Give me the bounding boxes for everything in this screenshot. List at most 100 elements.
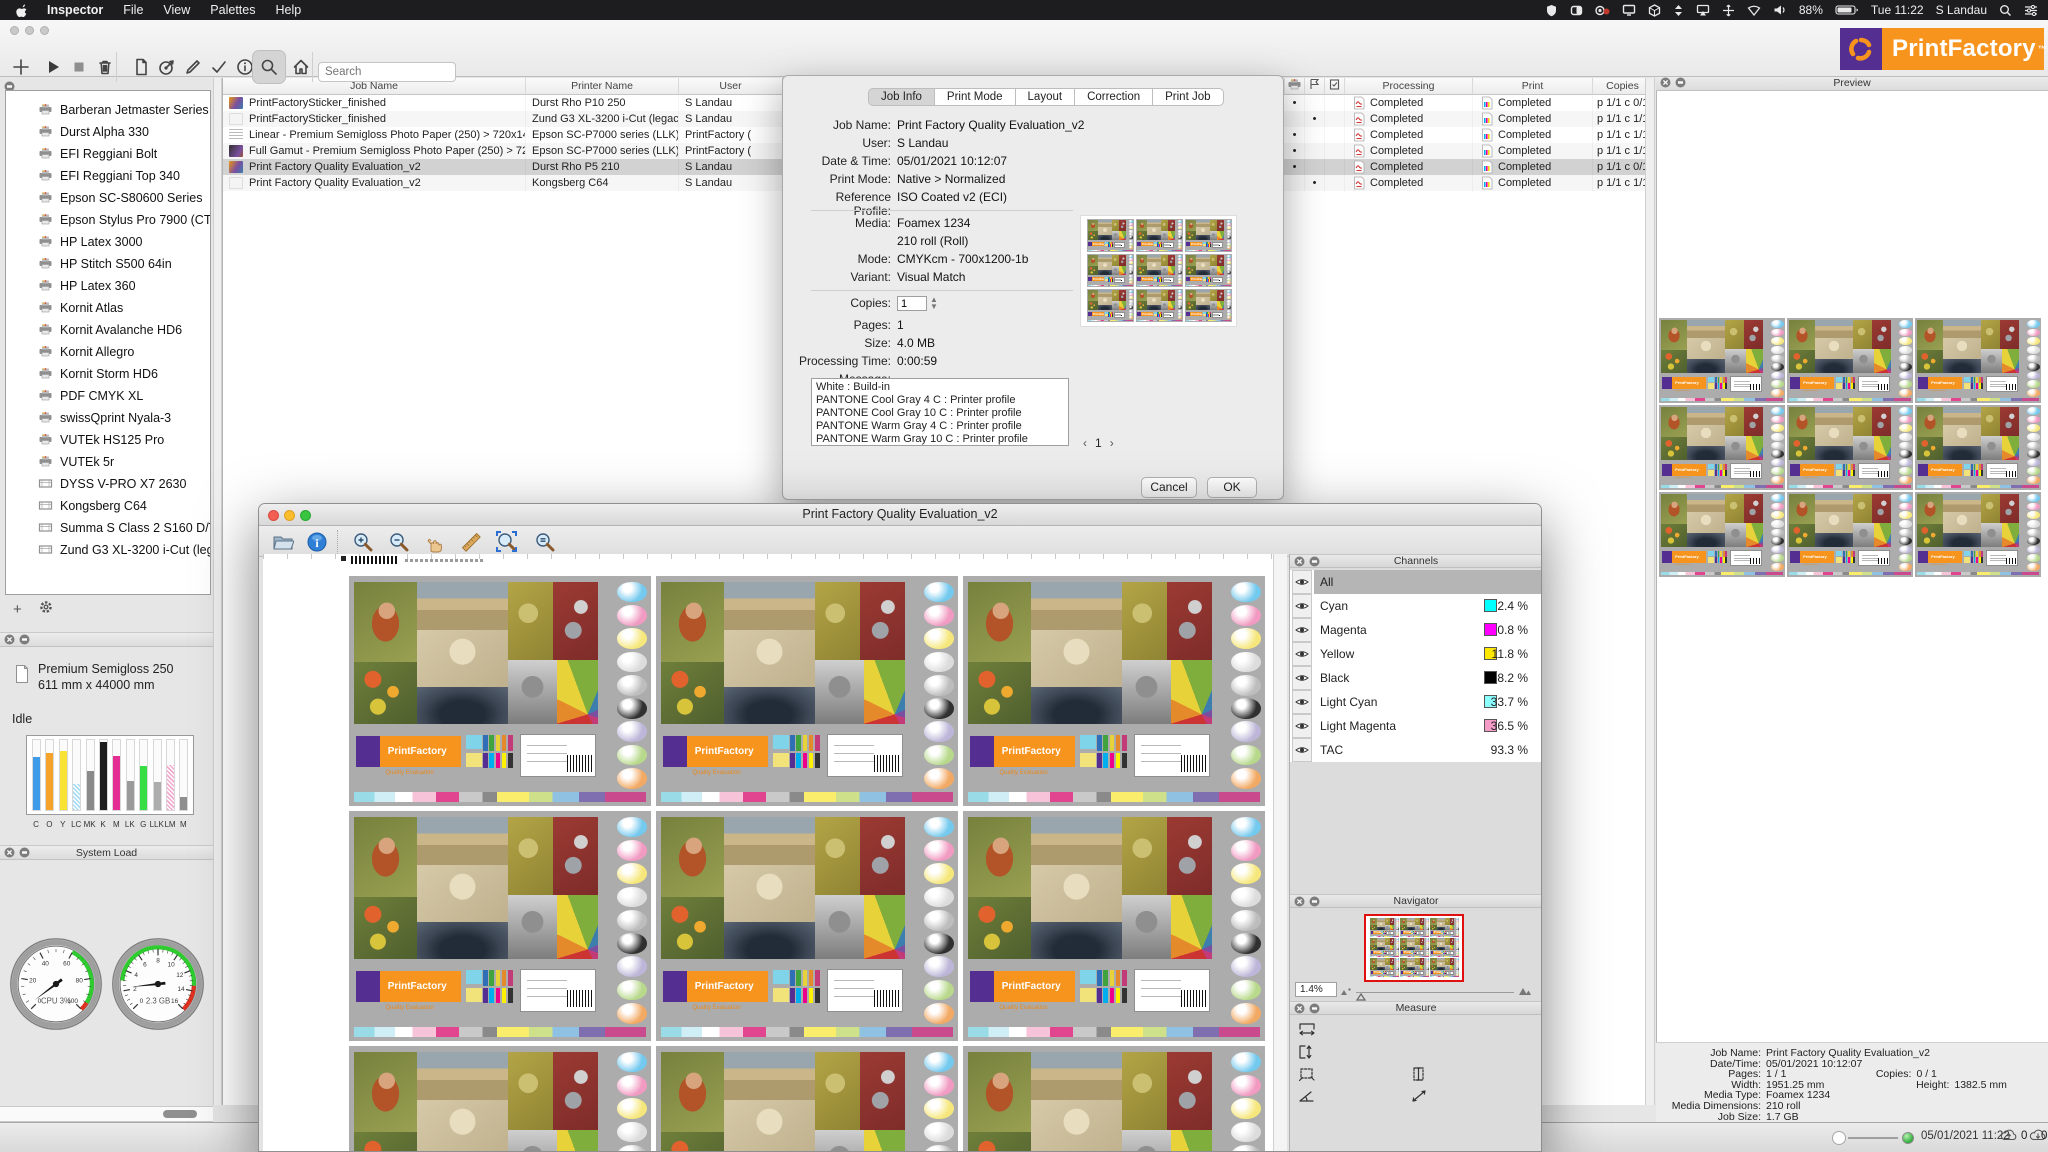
printer-list-item[interactable]: Kongsberg C64 [6, 495, 210, 517]
pan-tool[interactable] [421, 528, 448, 555]
left-horizontal-scrollbar[interactable] [0, 1106, 213, 1122]
printer-list-item[interactable]: Kornit Avalanche HD6 [6, 319, 210, 341]
printer-list-item[interactable]: HP Stitch S500 64in [6, 253, 210, 275]
window-zoom-button[interactable] [40, 26, 49, 35]
zoom-in-tool[interactable] [349, 528, 376, 555]
printer-list-item[interactable]: Kornit Atlas [6, 297, 210, 319]
menu-file[interactable]: File [123, 3, 143, 17]
printer-list-item[interactable]: Epson SC-S80600 Series [6, 187, 210, 209]
rect-area-tool[interactable] [1298, 1066, 1316, 1087]
zoom-slider-track[interactable] [1356, 992, 1514, 993]
channel-row-light-magenta[interactable]: Light Magenta36.5 % [1290, 714, 1542, 738]
processing-header[interactable]: Processing [1345, 78, 1473, 95]
zoom-in-large-icon[interactable] [1518, 983, 1532, 1001]
printer-list-item[interactable]: HP Latex 3000 [6, 231, 210, 253]
vertical-distance-tool[interactable] [1298, 1044, 1316, 1065]
search-input[interactable] [318, 62, 456, 82]
info-tool[interactable]: i [303, 528, 330, 555]
canvas-vertical-scrollbar[interactable] [1273, 554, 1287, 1152]
printer-list-item[interactable]: HP Latex 360 [6, 275, 210, 297]
printer-list-item[interactable]: Summa S Class 2 S160 D/T [6, 517, 210, 539]
tab-layout[interactable]: Layout [1016, 88, 1076, 106]
tab-correction[interactable]: Correction [1075, 88, 1153, 106]
updown-icon[interactable] [1673, 4, 1684, 17]
menu-help[interactable]: Help [275, 3, 301, 17]
eye-visibility-toggle[interactable] [1292, 594, 1312, 618]
spotlight-icon[interactable] [1999, 4, 2012, 17]
user-header[interactable]: User [679, 78, 783, 95]
menu-clock[interactable]: Tue 11:22 [1871, 3, 1924, 17]
move-icon[interactable] [1722, 4, 1735, 17]
camera-icon[interactable] [1595, 4, 1610, 17]
printer-list-item[interactable]: swissQprint Nyala-3 [6, 407, 210, 429]
eye-visibility-toggle[interactable] [1292, 570, 1312, 594]
printer-list-item[interactable]: Kornit Allegro [6, 341, 210, 363]
ruler-tool[interactable] [457, 528, 484, 555]
window-icon[interactable] [1570, 4, 1583, 17]
menu-palettes[interactable]: Palettes [210, 3, 255, 17]
printer-list-item[interactable]: Zund G3 XL-3200 i-Cut (leg… [6, 539, 210, 561]
zoom-button[interactable] [300, 510, 311, 521]
menu-inspector[interactable]: Inspector [47, 3, 103, 17]
printer-list-item[interactable]: EFI Reggiani Bolt [6, 143, 210, 165]
apple-menu[interactable] [14, 3, 27, 18]
printer-list-item[interactable]: VUTEk HS125 Pro [6, 429, 210, 451]
angle-tool[interactable] [1298, 1088, 1316, 1109]
printer-list-item[interactable]: EFI Reggiani Top 340 [6, 165, 210, 187]
navigator-viewport[interactable]: PrintFactory PrintFactory [1364, 914, 1464, 982]
zoom-selection-tool[interactable] [493, 528, 520, 555]
printer-list-item[interactable]: Barberan Jetmaster Series [6, 99, 210, 121]
add-button[interactable] [4, 50, 38, 84]
copies-stepper[interactable]: ▲▼ [930, 296, 938, 311]
print-preview-canvas[interactable]: PrintFactory Quality Evaluation PrintFac… [263, 554, 1273, 1152]
open-tool[interactable] [269, 528, 296, 555]
sidebar-scrollbar[interactable] [213, 78, 222, 1105]
eye-visibility-toggle[interactable] [1292, 642, 1312, 666]
eye-visibility-toggle[interactable] [1292, 714, 1312, 738]
preview-thumbnails[interactable]: PrintFactory Quality Evaluation PrintFac… [1658, 317, 2046, 580]
minimize-button[interactable] [284, 510, 295, 521]
menu-user[interactable]: S Landau [1936, 3, 1987, 17]
printer-list-item[interactable]: Durst Alpha 330 [6, 121, 210, 143]
box-icon[interactable] [1648, 4, 1661, 17]
diagonal-distance-tool[interactable] [1410, 1088, 1428, 1109]
channel-row-cyan[interactable]: Cyan2.4 % [1290, 594, 1542, 618]
horizontal-distance-tool[interactable] [1298, 1022, 1316, 1043]
copies-header[interactable]: Copies [1593, 78, 1653, 95]
status-slider-track[interactable] [1848, 1137, 1898, 1139]
printer-list-item[interactable]: VUTEk 5r [6, 451, 210, 473]
menu-view[interactable]: View [163, 3, 190, 17]
printer-list-item[interactable]: PDF CMYK XL [6, 385, 210, 407]
job-table-scrollbar[interactable] [1645, 78, 1655, 1105]
zoom-out-tool[interactable] [385, 528, 412, 555]
printer-list-item[interactable]: Kornit Storm HD6 [6, 363, 210, 385]
window-close-button[interactable] [10, 26, 19, 35]
channel-row-tac[interactable]: TAC93.3 % [1290, 738, 1542, 762]
channel-row-yellow[interactable]: Yellow11.8 % [1290, 642, 1542, 666]
airplay-icon[interactable] [1696, 4, 1710, 16]
close-button[interactable] [268, 510, 279, 521]
eye-visibility-toggle[interactable] [1292, 666, 1312, 690]
eye-visibility-toggle[interactable] [1292, 738, 1312, 762]
channel-row-light-cyan[interactable]: Light Cyan33.7 % [1290, 690, 1542, 714]
fan-icon[interactable] [1747, 4, 1761, 16]
printer-list-item[interactable]: Epson Stylus Pro 7900 (CT) [6, 209, 210, 231]
page-next-button[interactable]: › [1110, 436, 1114, 450]
tab-print-job[interactable]: Print Job [1153, 88, 1223, 106]
channel-row-black[interactable]: Black8.2 % [1290, 666, 1542, 690]
status-slider-thumb[interactable] [1832, 1131, 1846, 1145]
eye-visibility-toggle[interactable] [1292, 690, 1312, 714]
page-prev-button[interactable]: ‹ [1083, 436, 1087, 450]
search-button[interactable] [252, 50, 286, 84]
printer-name-header[interactable]: Printer Name [526, 78, 679, 95]
channel-row-magenta[interactable]: Magenta0.8 % [1290, 618, 1542, 642]
ok-button[interactable]: OK [1207, 477, 1257, 498]
copies-input[interactable] [897, 296, 927, 311]
add-printer-button[interactable]: + [13, 601, 22, 618]
zoom-level-input[interactable]: 1.4% [1295, 982, 1337, 997]
zoom-out-small-icon[interactable] [1340, 983, 1352, 1001]
control-center-icon[interactable] [2024, 5, 2038, 16]
printer-list-item[interactable]: DYSS V-PRO X7 2630 [6, 473, 210, 495]
eye-visibility-toggle[interactable] [1292, 618, 1312, 642]
shield-icon[interactable] [1545, 4, 1558, 17]
